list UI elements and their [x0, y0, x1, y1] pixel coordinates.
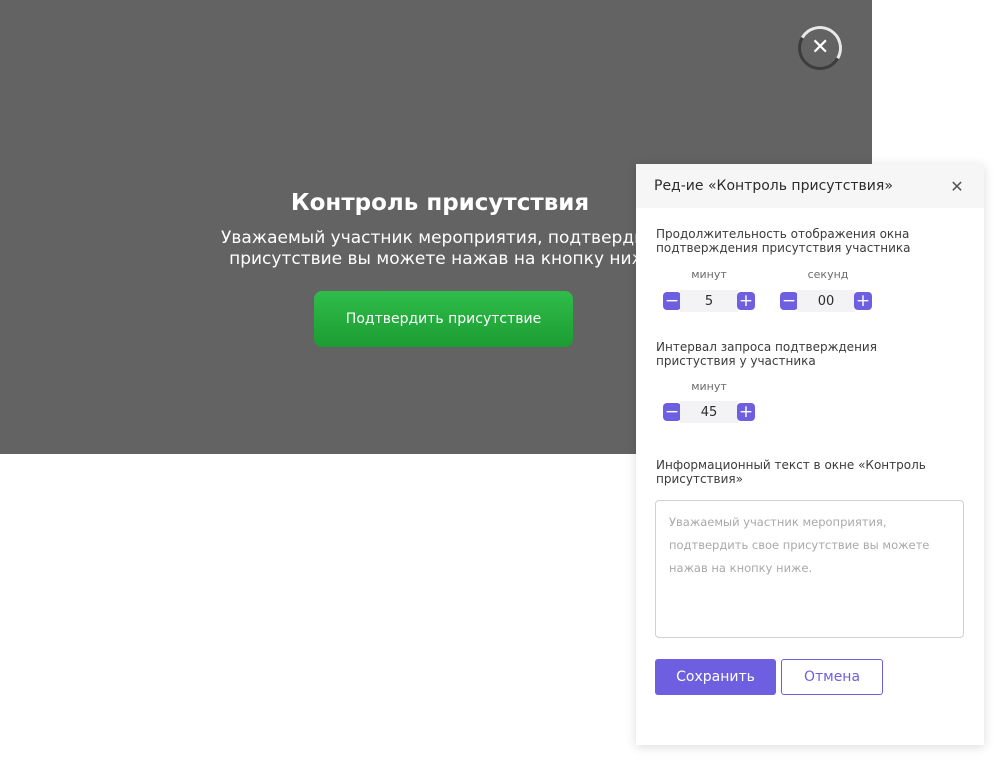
panel-title: Ред-ие «Контроль присутствия» [654, 178, 893, 194]
preview-close-button[interactable]: ✕ [793, 21, 847, 75]
edit-panel: Ред-ие «Контроль присутствия» ✕ Продолжи… [636, 164, 984, 745]
duration-seconds-label: секунд [807, 268, 849, 281]
minus-icon[interactable]: − [663, 403, 681, 421]
plus-icon[interactable]: + [737, 403, 755, 421]
close-icon: ✕ [810, 35, 830, 60]
interval-minutes-stepper: − 45 + [663, 401, 755, 423]
duration-label: Продолжительность отображения окна подтв… [656, 227, 911, 255]
duration-minutes-label: минут [691, 268, 727, 281]
cancel-button[interactable]: Отмена [781, 659, 883, 695]
panel-header: Ред-ие «Контроль присутствия» ✕ [636, 164, 984, 208]
plus-icon[interactable]: + [737, 292, 755, 310]
interval-minutes-label: минут [691, 380, 727, 393]
duration-seconds-stepper: − 00 + [780, 290, 872, 312]
duration-minutes-value[interactable]: 5 [680, 290, 738, 312]
minus-icon[interactable]: − [780, 292, 798, 310]
duration-seconds-value[interactable]: 00 [797, 290, 855, 312]
close-icon[interactable]: ✕ [948, 177, 966, 196]
minus-icon[interactable]: − [663, 292, 681, 310]
interval-label: Интервал запроса подтверждения пристуств… [656, 340, 877, 368]
duration-minutes-stepper: − 5 + [663, 290, 755, 312]
info-text-field[interactable] [655, 500, 964, 638]
plus-icon[interactable]: + [854, 292, 872, 310]
confirm-attendance-button[interactable]: Подтвердить присутствие [314, 291, 573, 347]
interval-minutes-value[interactable]: 45 [680, 401, 738, 423]
info-text-label: Информационный текст в окне «Контроль пр… [656, 458, 926, 486]
save-button[interactable]: Сохранить [655, 659, 776, 695]
